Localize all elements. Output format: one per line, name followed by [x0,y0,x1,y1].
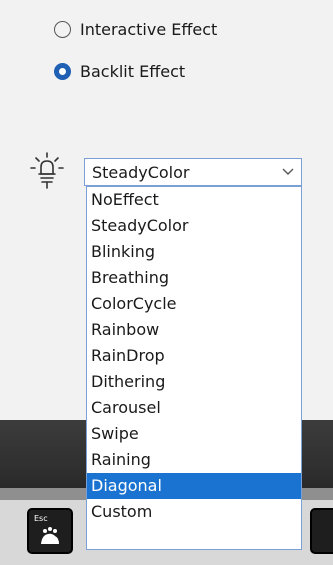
option-diagonal[interactable]: Diagonal [87,473,301,499]
option-rainbow[interactable]: Rainbow [87,317,301,343]
option-noeffect[interactable]: NoEffect [87,187,301,213]
radio-checked-icon[interactable] [54,62,71,80]
option-blinking[interactable]: Blinking [87,239,301,265]
keyboard-key[interactable] [310,508,333,554]
esc-key-label: Esc [34,514,48,523]
chevron-down-icon[interactable] [281,164,295,178]
effect-dropdown-list[interactable]: NoEffect SteadyColor Blinking Breathing … [86,186,302,550]
radio-unchecked-icon[interactable] [54,20,71,38]
option-custom[interactable]: Custom [87,499,301,525]
option-raining[interactable]: Raining [87,447,301,473]
interactive-effect-radio[interactable]: Interactive Effect [54,18,217,40]
option-swipe[interactable]: Swipe [87,421,301,447]
backlit-effect-radio[interactable]: Backlit Effect [54,60,185,82]
option-breathing[interactable]: Breathing [87,265,301,291]
effect-select[interactable]: SteadyColor [84,158,302,186]
backlit-effect-label: Backlit Effect [80,61,186,81]
option-colorcycle[interactable]: ColorCycle [87,291,301,317]
lightbulb-icon [30,152,64,189]
option-steadycolor[interactable]: SteadyColor [87,213,301,239]
option-raindrop[interactable]: RainDrop [87,343,301,369]
interactive-effect-label: Interactive Effect [80,19,218,39]
option-carousel[interactable]: Carousel [87,395,301,421]
paw-icon [41,527,59,544]
effect-select-value: SteadyColor [92,162,190,182]
option-dithering[interactable]: Dithering [87,369,301,395]
esc-key[interactable]: Esc [27,508,73,554]
